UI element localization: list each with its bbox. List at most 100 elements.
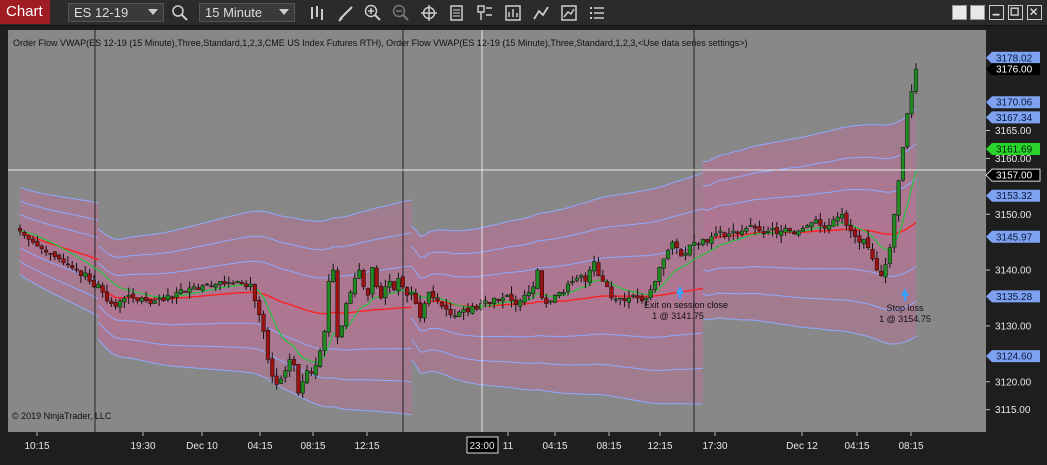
candle-body [713, 233, 718, 237]
search-icon[interactable] [170, 3, 190, 23]
candle-body [187, 287, 192, 293]
candle-body [61, 258, 66, 264]
candle-body [461, 308, 466, 313]
candle [539, 270, 544, 301]
candle-body [605, 281, 610, 288]
restore-tile-icon[interactable] [952, 5, 967, 20]
candle-body [618, 297, 623, 300]
indicators-icon[interactable] [503, 3, 523, 23]
candle-body [70, 265, 75, 269]
candle-body [465, 307, 471, 313]
y-tick-label: 3150.00 [995, 210, 1032, 221]
candle-body [813, 219, 819, 224]
strategies-icon[interactable] [531, 3, 551, 23]
candle-body [574, 278, 579, 281]
tile-icon[interactable] [970, 5, 985, 20]
candle-body [652, 281, 658, 290]
candle-body [679, 248, 684, 257]
candle-body [879, 270, 884, 276]
candle-body [509, 293, 514, 302]
chevron-down-icon [279, 9, 289, 15]
candle-body [626, 297, 631, 303]
price-label-green: 3161.69 [986, 142, 1040, 155]
instrument-selector[interactable]: ES 12-19 [68, 3, 164, 22]
chart-area[interactable]: Order Flow VWAP(ES 12-19 (15 Minute),Thr… [0, 26, 1047, 465]
candle-body [792, 231, 797, 235]
candle-body [657, 267, 662, 282]
candle-body [766, 230, 771, 233]
zoom-out-icon[interactable] [391, 3, 411, 23]
candle-body [78, 270, 83, 276]
candle-body [44, 249, 49, 253]
candle-body [274, 375, 279, 385]
candle [235, 280, 240, 284]
candle-body [609, 286, 614, 299]
candle-body [135, 297, 140, 302]
price-axis[interactable]: 3165.00 3160.00 3150.00 3140.00 3130.00 3120.… [985, 51, 1041, 416]
candle-body [761, 231, 766, 235]
price-chart[interactable]: Order Flow VWAP(ES 12-19 (15 Minute),Thr… [0, 26, 1047, 465]
minimize-icon[interactable] [989, 5, 1004, 20]
candle-body [831, 219, 836, 227]
chart-toolbar: Chart ES 12-19 15 Minute [0, 0, 1047, 26]
templates-icon[interactable] [559, 3, 579, 23]
candle-body [866, 237, 871, 248]
candle-body [857, 235, 862, 243]
candle-body [500, 297, 505, 302]
candle [535, 268, 540, 290]
candle-body [252, 284, 257, 302]
properties-icon[interactable] [475, 3, 495, 23]
maximize-icon[interactable] [1008, 5, 1023, 20]
chart-trader-icon[interactable] [587, 3, 607, 23]
cursor-time-box: 23:00 [466, 436, 499, 454]
exit-annotation-price: 1 @ 3141.75 [652, 311, 704, 321]
y-tick-label: 3115.00 [995, 405, 1031, 416]
candle-body [57, 254, 62, 260]
candle-body [779, 230, 784, 236]
chart-tab[interactable]: Chart [0, 0, 50, 24]
candle [326, 274, 331, 337]
instrument-value: ES 12-19 [74, 5, 129, 20]
candle-body [709, 236, 714, 244]
candle-body [318, 350, 323, 367]
zoom-in-icon[interactable] [363, 3, 383, 23]
candle-body [296, 364, 301, 394]
candle-body [157, 297, 162, 300]
crosshair-icon[interactable] [419, 3, 439, 23]
price-label-band: 3135.28 [986, 290, 1040, 303]
candle-body [770, 227, 775, 231]
candle-body [357, 269, 362, 279]
stop-loss-annotation: Stop loss 1 @ 3154.75 [879, 303, 931, 324]
candle [335, 267, 340, 345]
candle-body [309, 371, 314, 374]
interval-selector[interactable]: 15 Minute [199, 3, 295, 22]
price-label-text: 3167.34 [996, 113, 1033, 124]
candle-body [265, 329, 270, 360]
data-box-icon[interactable] [447, 3, 467, 23]
bar-type-icon[interactable] [308, 3, 328, 23]
candle-body [204, 283, 210, 286]
drawing-tools-icon[interactable] [336, 3, 356, 23]
candle-body [448, 309, 453, 315]
candle-body [565, 283, 571, 292]
candle-body [513, 299, 518, 305]
candle-body [348, 292, 353, 304]
candle-body [470, 306, 475, 314]
price-label-text: 3157.00 [996, 171, 1033, 182]
candle-body [796, 230, 801, 236]
candle-body [853, 230, 858, 237]
candle-body [861, 239, 866, 245]
candle-body [283, 370, 288, 378]
x-tick-label: 11 [503, 441, 514, 452]
candle-body [722, 232, 727, 237]
candle-body [583, 275, 588, 282]
candle-body [300, 381, 305, 394]
candle-body [239, 282, 244, 285]
candle-body [209, 285, 214, 288]
y-tick-label: 3160.00 [995, 154, 1032, 165]
candle-body [183, 290, 188, 293]
close-icon[interactable] [1027, 5, 1042, 20]
candle-body [418, 302, 423, 318]
candle-body [635, 295, 640, 299]
candle-body [30, 238, 36, 243]
